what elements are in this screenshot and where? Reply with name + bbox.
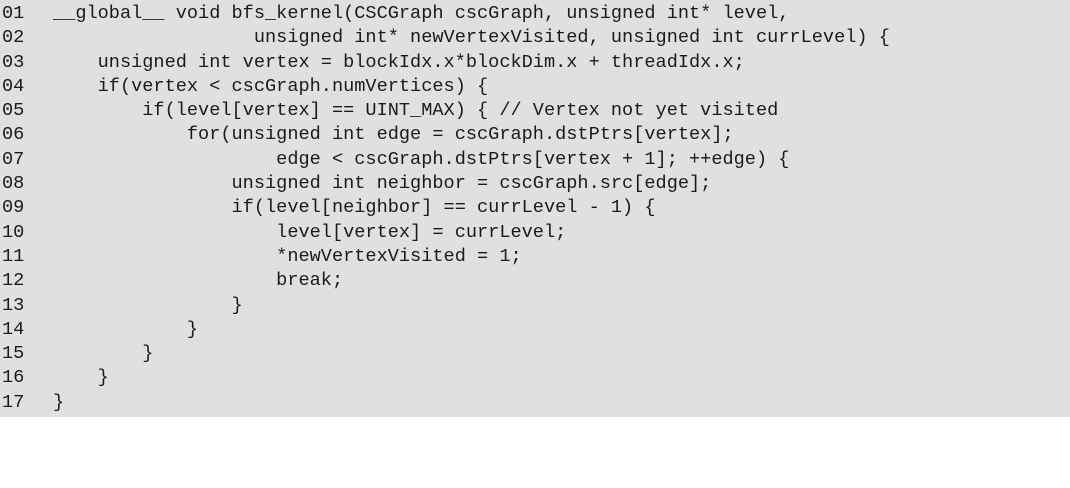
line-number: 16 — [2, 367, 25, 389]
code-line-12: 12 break; — [0, 269, 1070, 293]
line-number: 02 — [2, 27, 25, 49]
line-text: unsigned int neighbor = cscGraph.src[edg… — [53, 173, 712, 195]
line-text: edge < cscGraph.dstPtrs[vertex + 1]; ++e… — [53, 148, 790, 170]
code-line-02: 02 unsigned int* newVertexVisited, unsig… — [0, 26, 1070, 50]
code-line-14: 14 } — [0, 318, 1070, 342]
code-line-16: 16 } — [0, 366, 1070, 390]
line-text: } — [53, 318, 199, 340]
line-number: 03 — [2, 51, 25, 73]
line-number: 11 — [2, 245, 25, 267]
code-line-06: 06 for(unsigned int edge = cscGraph.dstP… — [0, 123, 1070, 147]
line-text: __global__ void bfs_kernel(CSCGraph cscG… — [53, 3, 790, 24]
line-number: 10 — [2, 221, 25, 243]
line-text: } — [53, 294, 243, 316]
line-number: 07 — [2, 148, 25, 170]
code-line-13: 13 } — [0, 294, 1070, 318]
code-line-08: 08 unsigned int neighbor = cscGraph.src[… — [0, 172, 1070, 196]
code-line-09: 09 if(level[neighbor] == currLevel - 1) … — [0, 196, 1070, 220]
line-text: unsigned int* newVertexVisited, unsigned… — [53, 27, 890, 49]
line-number: 14 — [2, 318, 25, 340]
line-text: if(level[vertex] == UINT_MAX) { // Verte… — [53, 100, 779, 122]
line-text: } — [53, 391, 65, 413]
line-text: unsigned int vertex = blockIdx.x*blockDi… — [53, 51, 745, 73]
code-line-03: 03 unsigned int vertex = blockIdx.x*bloc… — [0, 51, 1070, 75]
code-line-01: 01 __global__ void bfs_kernel(CSCGraph c… — [0, 2, 1070, 26]
line-number: 05 — [2, 100, 25, 122]
line-text: for(unsigned int edge = cscGraph.dstPtrs… — [53, 124, 734, 146]
code-line-07: 07 edge < cscGraph.dstPtrs[vertex + 1]; … — [0, 148, 1070, 172]
code-line-10: 10 level[vertex] = currLevel; — [0, 221, 1070, 245]
line-text: level[vertex] = currLevel; — [53, 221, 567, 243]
line-number: 08 — [2, 173, 25, 195]
line-number: 01 — [2, 3, 25, 24]
line-number: 12 — [2, 270, 25, 292]
line-text: } — [53, 367, 109, 389]
line-number: 06 — [2, 124, 25, 146]
line-number: 04 — [2, 75, 25, 97]
code-listing: 01 __global__ void bfs_kernel(CSCGraph c… — [0, 0, 1070, 417]
line-number: 17 — [2, 391, 25, 413]
code-line-11: 11 *newVertexVisited = 1; — [0, 245, 1070, 269]
line-text: *newVertexVisited = 1; — [53, 245, 522, 267]
code-line-17: 17 } — [0, 391, 1070, 415]
line-text: break; — [53, 270, 344, 292]
code-line-15: 15 } — [0, 342, 1070, 366]
line-text: if(level[neighbor] == currLevel - 1) { — [53, 197, 656, 219]
line-text: if(vertex < cscGraph.numVertices) { — [53, 75, 489, 97]
line-text: } — [53, 343, 154, 365]
code-line-05: 05 if(level[vertex] == UINT_MAX) { // Ve… — [0, 99, 1070, 123]
line-number: 15 — [2, 343, 25, 365]
line-number: 13 — [2, 294, 25, 316]
line-number: 09 — [2, 197, 25, 219]
code-line-04: 04 if(vertex < cscGraph.numVertices) { — [0, 75, 1070, 99]
